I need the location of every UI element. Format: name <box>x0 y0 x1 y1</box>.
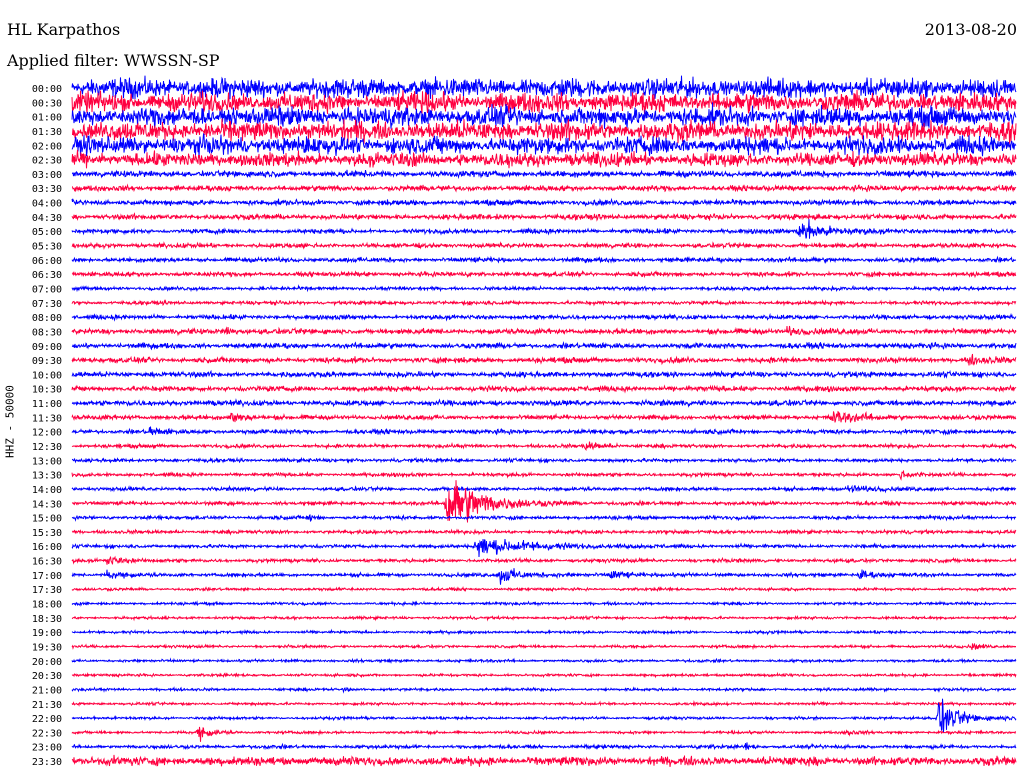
row-time-label: 20:00 <box>32 657 62 668</box>
row-time-label: 06:30 <box>32 270 62 281</box>
trace-2230 <box>71 726 1017 742</box>
trace-1330 <box>71 470 1016 481</box>
row-time-label: 23:00 <box>32 743 62 754</box>
trace-1000 <box>71 369 1017 380</box>
row-time-label: 19:00 <box>32 628 62 639</box>
row-time-label: 16:00 <box>32 542 62 553</box>
trace-1400 <box>71 484 1017 494</box>
trace-2330 <box>71 754 1017 767</box>
trace-2100 <box>71 686 1017 694</box>
trace-1630 <box>71 555 1017 565</box>
trace-0900 <box>71 340 1017 351</box>
row-time-label: 01:30 <box>32 127 62 138</box>
trace-0000 <box>71 75 1017 101</box>
trace-0300 <box>71 169 1017 180</box>
trace-2130 <box>71 700 1017 708</box>
row-time-label: 12:30 <box>32 442 62 453</box>
row-time-label: 14:30 <box>32 499 62 510</box>
trace-1100 <box>71 398 1017 408</box>
row-time-label: 11:30 <box>32 413 62 424</box>
row-time-label: 08:00 <box>32 313 62 324</box>
row-time-label: 09:30 <box>32 356 62 367</box>
trace-1930 <box>71 643 1016 651</box>
trace-1130 <box>71 410 1017 423</box>
trace-1800 <box>71 600 1017 607</box>
trace-0930 <box>71 353 1017 366</box>
row-time-label: 17:00 <box>32 571 62 582</box>
row-time-label: 23:30 <box>32 757 62 768</box>
trace-2030 <box>71 671 1017 679</box>
row-time-label: 09:00 <box>32 342 62 353</box>
trace-0530 <box>71 241 1017 251</box>
trace-1300 <box>71 456 1017 464</box>
trace-0600 <box>71 255 1017 265</box>
helicorder-plot: 00:00 00:30 01:00 01:30 02:00 02:30 03:00 03:30… <box>32 75 1017 768</box>
row-time-label: 04:30 <box>32 213 62 224</box>
trace-2000 <box>71 657 1017 664</box>
row-time-label: 21:30 <box>32 700 62 711</box>
trace-1200 <box>71 426 1017 436</box>
row-time-label: 15:00 <box>32 514 62 525</box>
row-time-label: 05:30 <box>32 242 62 253</box>
trace-0430 <box>71 212 1017 222</box>
row-time-label: 16:30 <box>32 557 62 568</box>
trace-1830 <box>71 614 1017 622</box>
row-time-label: 02:00 <box>32 141 62 152</box>
row-time-label: 11:00 <box>32 399 62 410</box>
row-time-label: 12:00 <box>32 428 62 439</box>
row-time-label: 17:30 <box>32 585 62 596</box>
row-time-label: 13:30 <box>32 471 62 482</box>
trace-1500 <box>71 513 1017 522</box>
row-time-label: 00:00 <box>32 84 62 95</box>
row-time-label: 06:00 <box>32 256 62 267</box>
row-time-label: 07:30 <box>32 299 62 310</box>
row-time-label: 03:00 <box>32 170 62 181</box>
row-time-label: 05:00 <box>32 227 62 238</box>
trace-1600 <box>71 538 1017 558</box>
trace-1730 <box>71 585 1017 593</box>
row-time-label: 20:30 <box>32 671 62 682</box>
row-time-label: 18:30 <box>32 614 62 625</box>
trace-1030 <box>71 384 1017 394</box>
row-time-label: 00:30 <box>32 98 62 109</box>
row-time-label: 10:30 <box>32 385 62 396</box>
row-time-label: 15:30 <box>32 528 62 539</box>
trace-0400 <box>71 197 1017 207</box>
row-time-label: 02:30 <box>32 156 62 167</box>
trace-1900 <box>71 628 1017 636</box>
row-time-label: 04:00 <box>32 199 62 210</box>
trace-0730 <box>71 298 1017 307</box>
row-time-label: 18:00 <box>32 600 62 611</box>
row-time-label: 01:00 <box>32 113 62 124</box>
row-time-label: 22:00 <box>32 714 62 725</box>
row-time-label: 22:30 <box>32 728 62 739</box>
trace-1700 <box>71 568 1017 585</box>
row-time-label: 14:00 <box>32 485 62 496</box>
trace-0500 <box>71 219 1017 239</box>
row-time-label: 21:00 <box>32 685 62 696</box>
trace-1230 <box>71 441 1017 451</box>
trace-2300 <box>71 742 1017 751</box>
row-time-label: 19:30 <box>32 642 62 653</box>
row-time-label: 08:30 <box>32 327 62 338</box>
trace-0630 <box>71 269 1017 279</box>
trace-1530 <box>71 528 1017 536</box>
row-time-label: 03:30 <box>32 184 62 195</box>
row-time-label: 13:00 <box>32 456 62 467</box>
row-time-label: 10:00 <box>32 370 62 381</box>
trace-0700 <box>71 284 1017 293</box>
trace-0800 <box>71 312 1017 322</box>
trace-0830 <box>71 325 1017 337</box>
row-time-label: 07:00 <box>32 284 62 295</box>
trace-0330 <box>71 183 1017 193</box>
